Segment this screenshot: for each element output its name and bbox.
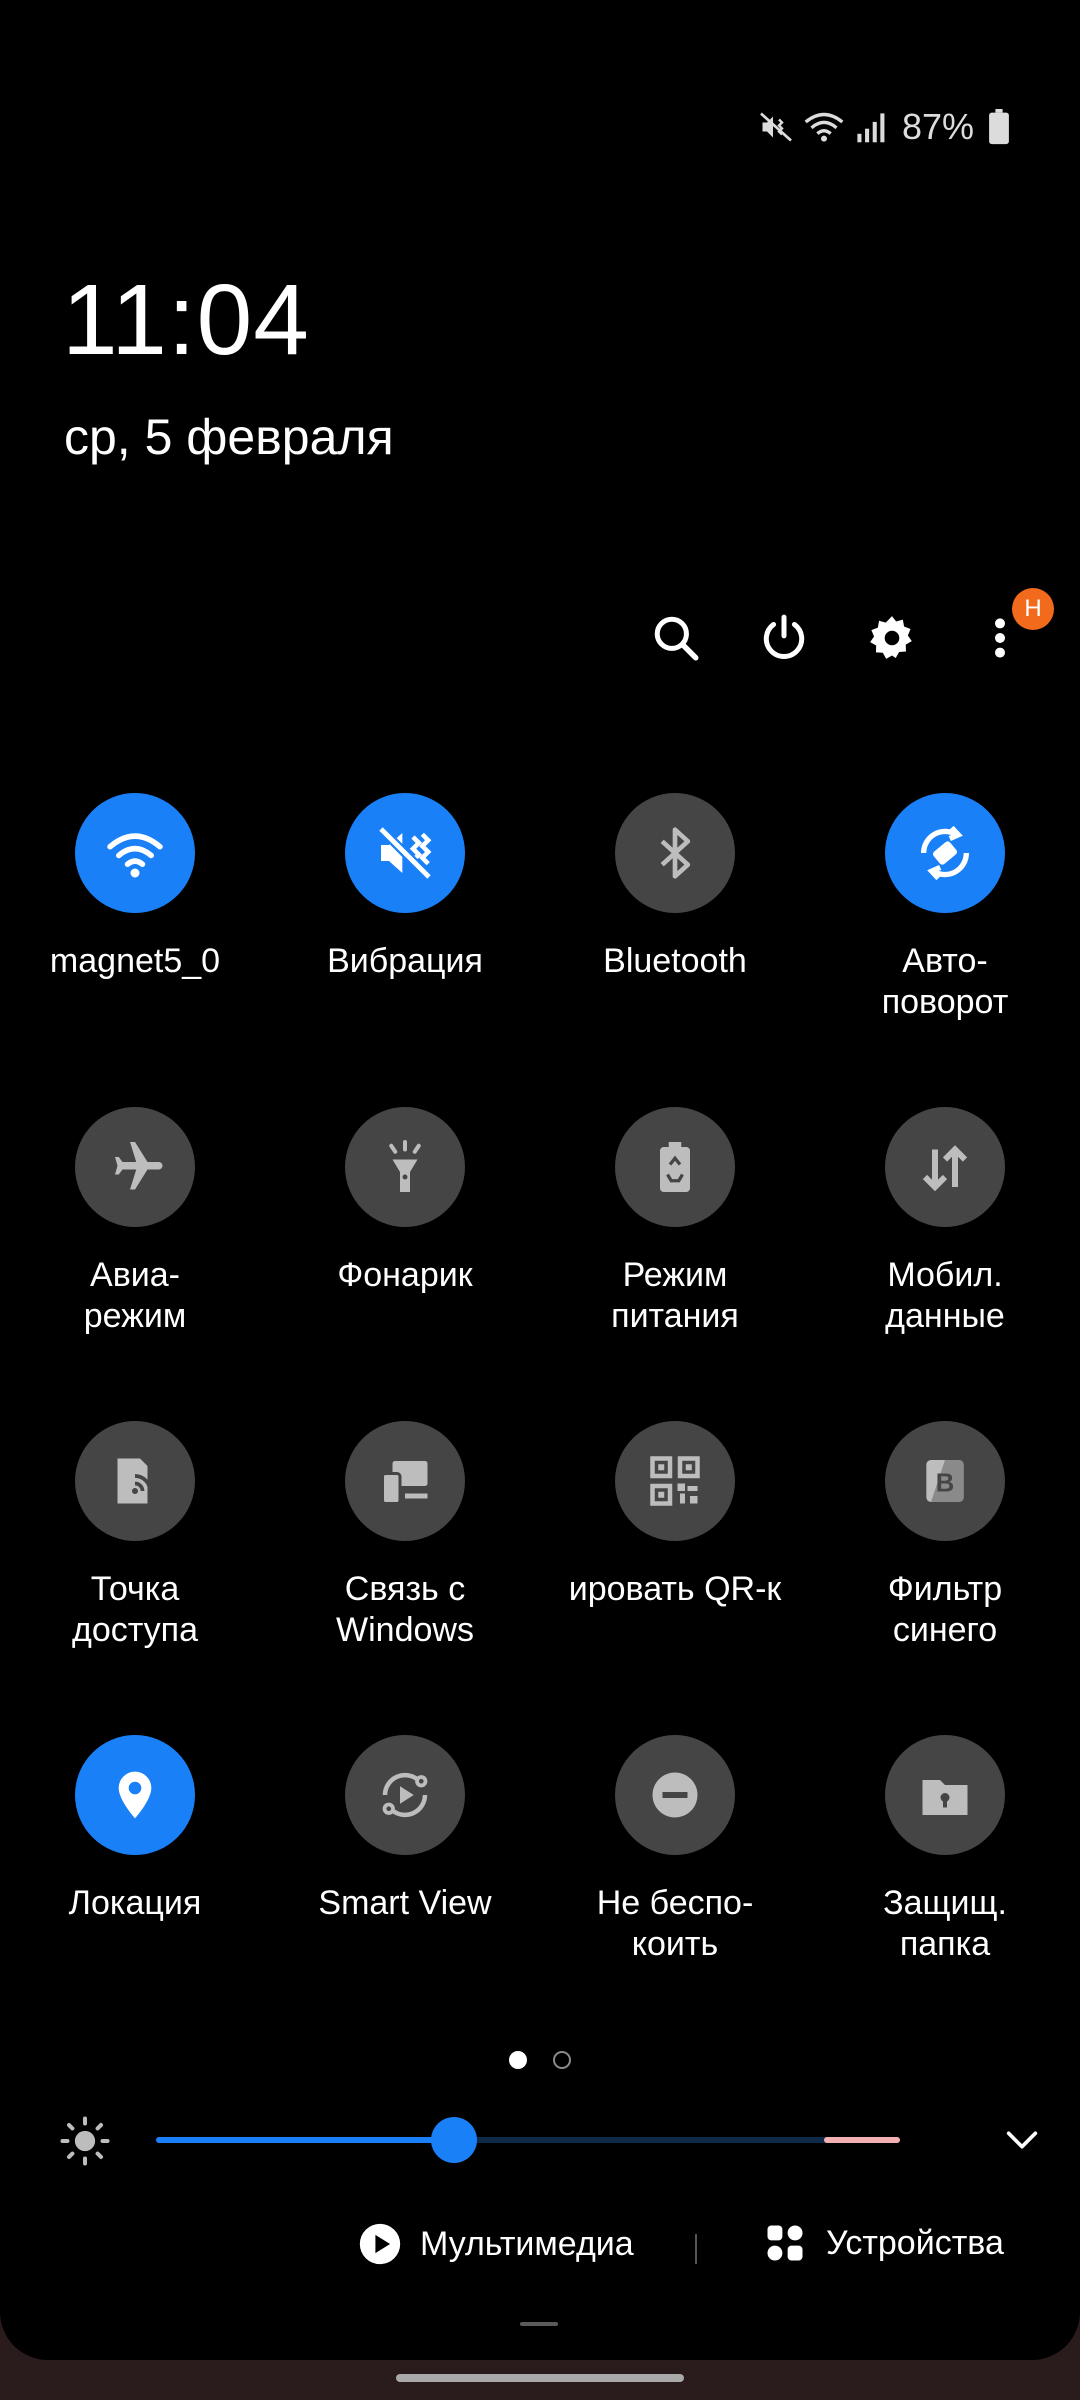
brightness-fill xyxy=(156,2137,454,2143)
tile-label: Фонарик xyxy=(337,1256,473,1294)
mute-vibrate-icon xyxy=(758,109,794,145)
devices-label: Устройства xyxy=(826,2223,1004,2262)
tile-blue-filter[interactable]: B Фильтр синего xyxy=(810,1421,1080,1735)
tile-wifi[interactable]: magnet5_0 xyxy=(0,793,270,1107)
tile-label: Режим питания xyxy=(611,1256,739,1335)
tile-row: Авиа- режим Фонарик Режим питания Мобил.… xyxy=(0,1107,1080,1421)
quick-panel: 87% 11:04 ср, 5 февраля H magnet5_0 Вибр… xyxy=(0,0,1080,2360)
tile-row: magnet5_0 Вибрация Bluetooth Авто- повор… xyxy=(0,793,1080,1107)
qr-icon[interactable] xyxy=(615,1421,735,1541)
tile-label: Защищ. папка xyxy=(883,1884,1007,1963)
tile-label: ировать QR-к xyxy=(568,1570,782,1608)
search-icon xyxy=(654,616,699,661)
power-icon xyxy=(763,614,805,659)
secure-folder-icon[interactable] xyxy=(885,1735,1005,1855)
vibrate-icon[interactable] xyxy=(345,793,465,913)
page-indicator xyxy=(0,2051,1080,2069)
smart-view-icon[interactable] xyxy=(345,1735,465,1855)
tile-row: Локация Smart View Не беспо- коить Защищ… xyxy=(0,1735,1080,2049)
tile-label: Точка доступа xyxy=(71,1570,199,1649)
more-options-button[interactable]: H xyxy=(970,588,1054,668)
tile-label: Локация xyxy=(68,1884,202,1922)
search-button[interactable] xyxy=(646,608,706,668)
wifi-icon[interactable] xyxy=(75,793,195,913)
tile-label: Вибрация xyxy=(327,942,483,980)
tile-label: magnet5_0 xyxy=(49,942,221,980)
tile-do-not-disturb[interactable]: Не беспо- коить xyxy=(540,1735,810,2049)
tile-label: Мобил. данные xyxy=(885,1256,1005,1335)
tile-power-mode[interactable]: Режим питания xyxy=(540,1107,810,1421)
tile-label: Не беспо- коить xyxy=(596,1884,754,1963)
mobile-data-icon[interactable] xyxy=(885,1107,1005,1227)
tile-label: Авиа- режим xyxy=(83,1256,187,1335)
airplane-icon[interactable] xyxy=(75,1107,195,1227)
play-icon xyxy=(359,2223,401,2265)
panel-drag-handle[interactable] xyxy=(520,2322,558,2326)
tile-location[interactable]: Локация xyxy=(0,1735,270,2049)
devices-icon xyxy=(767,2225,803,2261)
wifi-icon xyxy=(804,109,844,145)
bottom-buttons: Мультимедиа Устройства xyxy=(0,2222,1080,2278)
tile-label: Авто- поворот xyxy=(881,942,1009,1021)
page-dot-active[interactable] xyxy=(509,2051,527,2069)
divider xyxy=(695,2234,697,2264)
brightness-thumb[interactable] xyxy=(430,2117,477,2163)
media-label: Мультимедиа xyxy=(420,2224,634,2263)
clock-date[interactable]: ср, 5 февраля xyxy=(64,412,394,462)
auto-rotate-icon[interactable] xyxy=(885,793,1005,913)
tile-flashlight[interactable]: Фонарик xyxy=(270,1107,540,1421)
bluetooth-icon[interactable] xyxy=(615,793,735,913)
notification-badge: H xyxy=(1012,588,1054,630)
media-button[interactable]: Мультимедиа xyxy=(358,2222,634,2266)
brightness-overdrive-zone xyxy=(824,2137,900,2143)
flashlight-icon[interactable] xyxy=(345,1107,465,1227)
brightness-icon xyxy=(58,2114,112,2173)
power-button[interactable] xyxy=(754,608,814,668)
top-actions: H xyxy=(646,588,1054,668)
page-dot[interactable] xyxy=(553,2051,571,2069)
tile-label: Связь с Windows xyxy=(336,1570,474,1649)
tile-airplane[interactable]: Авиа- режим xyxy=(0,1107,270,1421)
tile-hotspot[interactable]: Точка доступа xyxy=(0,1421,270,1735)
tile-qr-scan[interactable]: ировать QR-к xyxy=(540,1421,810,1735)
tile-label: Bluetooth xyxy=(603,942,747,980)
quick-settings-grid: magnet5_0 Вибрация Bluetooth Авто- повор… xyxy=(0,793,1080,2049)
brightness-slider[interactable] xyxy=(156,2117,900,2163)
tile-bluetooth[interactable]: Bluetooth xyxy=(540,793,810,1107)
link-windows-icon[interactable] xyxy=(345,1421,465,1541)
tile-label: Фильтр синего xyxy=(887,1570,1003,1649)
tile-secure-folder[interactable]: Защищ. папка xyxy=(810,1735,1080,2049)
settings-icon xyxy=(870,616,912,659)
devices-button[interactable]: Устройства xyxy=(764,2222,1004,2264)
tile-row: Точка доступа Связь с Windows ировать QR… xyxy=(0,1421,1080,1735)
location-icon[interactable] xyxy=(75,1735,195,1855)
status-bar: 87% xyxy=(758,104,1010,150)
clock-time[interactable]: 11:04 xyxy=(62,270,310,370)
tile-vibration[interactable]: Вибрация xyxy=(270,793,540,1107)
tile-link-windows[interactable]: Связь с Windows xyxy=(270,1421,540,1735)
expand-chevron-icon[interactable] xyxy=(1002,2122,1042,2163)
tile-mobile-data[interactable]: Мобил. данные xyxy=(810,1107,1080,1421)
brightness-control xyxy=(0,2110,1080,2170)
tile-auto-rotate[interactable]: Авто- поворот xyxy=(810,793,1080,1107)
do-not-disturb-icon[interactable] xyxy=(615,1735,735,1855)
hotspot-icon[interactable] xyxy=(75,1421,195,1541)
more-icon xyxy=(995,618,1005,658)
tile-label: Smart View xyxy=(318,1884,492,1922)
home-gesture-bar[interactable] xyxy=(396,2374,684,2382)
settings-button[interactable] xyxy=(862,608,922,668)
signal-icon xyxy=(854,110,888,144)
battery-icon xyxy=(988,109,1010,145)
svg-text:B: B xyxy=(936,1470,955,1498)
blue-filter-icon[interactable]: B xyxy=(885,1421,1005,1541)
power-mode-icon[interactable] xyxy=(615,1107,735,1227)
battery-percent: 87% xyxy=(901,106,974,147)
tile-smart-view[interactable]: Smart View xyxy=(270,1735,540,2049)
